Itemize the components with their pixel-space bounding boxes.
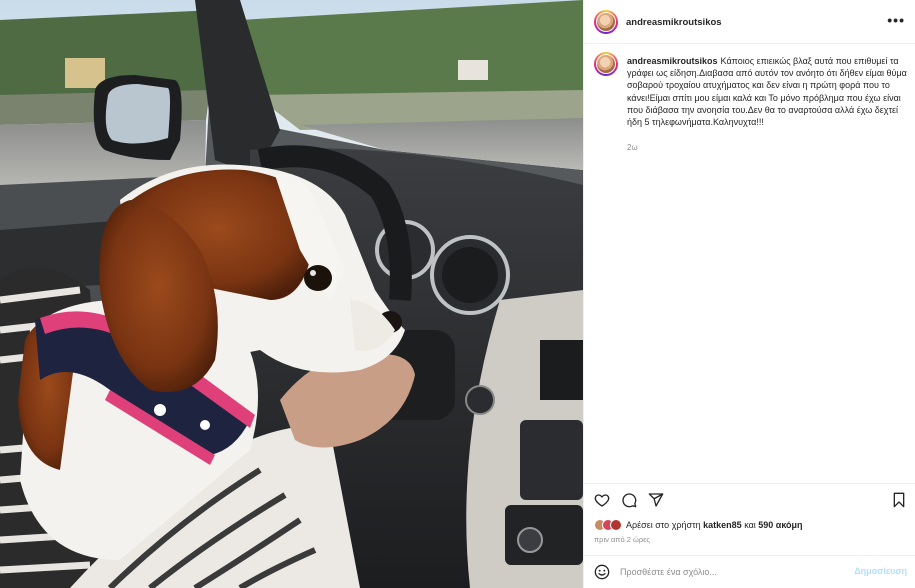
caption-text: Κάποιος επιεικώς βλαξ αυτά που επιθυμεί … (627, 56, 907, 128)
bookmark-icon[interactable] (891, 492, 907, 508)
action-bar (584, 483, 915, 515)
post-header: andreasmikroutsikos ••• (584, 0, 915, 44)
post-details-panel: andreasmikroutsikos ••• andreasmikroutsi… (583, 0, 915, 588)
likes-summary: Αρέσει στο χρήστη katken85 και 590 ακόμη (594, 518, 803, 532)
author-avatar[interactable] (594, 10, 618, 34)
comment-input[interactable] (620, 565, 860, 579)
post-photo[interactable] (0, 0, 583, 588)
caption-author-avatar[interactable] (594, 52, 618, 76)
post-caption: andreasmikroutsikos Κάποιος επιεικώς βλαξ… (627, 55, 912, 128)
caption-author-username[interactable]: andreasmikroutsikos (627, 56, 718, 66)
more-horizontal-icon[interactable]: ••• (887, 12, 905, 28)
heart-icon[interactable] (594, 492, 610, 508)
post-view: andreasmikroutsikos ••• andreasmikroutsi… (0, 0, 915, 588)
comment-icon[interactable] (621, 492, 637, 508)
liker-avatar (610, 519, 622, 531)
comment-box: Δημοσίευση (584, 555, 915, 588)
post-comment-button[interactable]: Δημοσίευση (854, 566, 907, 576)
caption-age[interactable]: 2ω (627, 143, 638, 152)
likes-middle: και (741, 520, 759, 530)
emoji-icon[interactable] (594, 564, 610, 580)
liker-username[interactable]: katken85 (703, 520, 742, 530)
likes-others-count[interactable]: 590 ακόμη (758, 520, 802, 530)
dog-in-car-image (0, 0, 583, 588)
share-icon[interactable] (648, 492, 664, 508)
likes-prefix: Αρέσει στο χρήστη (626, 520, 704, 530)
author-username[interactable]: andreasmikroutsikos (626, 17, 722, 28)
post-timestamp[interactable]: πριν από 2 ώρες (594, 535, 650, 544)
